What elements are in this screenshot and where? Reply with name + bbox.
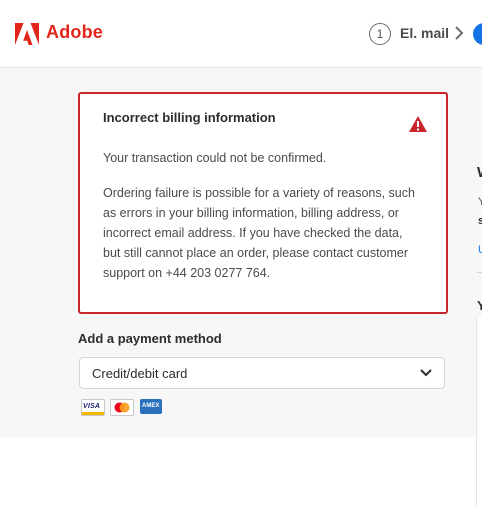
step-number: 1 — [369, 23, 391, 45]
side-heading-2: Y — [477, 298, 482, 313]
step-label[interactable]: El. mail — [400, 25, 449, 41]
header: Adobe 1 El. mail — [0, 0, 482, 68]
side-text: Y — [478, 196, 482, 208]
adobe-logo-icon[interactable] — [15, 23, 39, 45]
side-heading: W — [477, 164, 482, 181]
payment-method-value: Credit/debit card — [92, 366, 188, 381]
side-panel — [476, 318, 482, 506]
amex-card-icon: AMEX — [140, 399, 162, 414]
side-divider — [477, 272, 482, 273]
error-message: Your transaction could not be confirmed. — [103, 151, 327, 165]
main-content: Incorrect billing information Your trans… — [0, 68, 482, 506]
visa-card-icon: VISA — [81, 399, 105, 416]
error-alert: Incorrect billing information Your trans… — [78, 92, 448, 314]
mastercard-icon — [110, 399, 134, 416]
next-step-indicator — [473, 23, 482, 45]
side-link[interactable]: U — [478, 244, 482, 256]
chevron-right-icon — [455, 26, 464, 40]
payment-method-select[interactable]: Credit/debit card — [79, 357, 445, 389]
chevron-down-icon — [420, 369, 432, 377]
brand-name[interactable]: Adobe — [46, 22, 103, 43]
warning-icon — [409, 116, 427, 132]
error-title: Incorrect billing information — [103, 110, 276, 125]
side-bold-text: s — [478, 215, 482, 227]
payment-method-title: Add a payment method — [78, 331, 222, 346]
error-details: Ordering failure is possible for a varie… — [103, 186, 415, 280]
